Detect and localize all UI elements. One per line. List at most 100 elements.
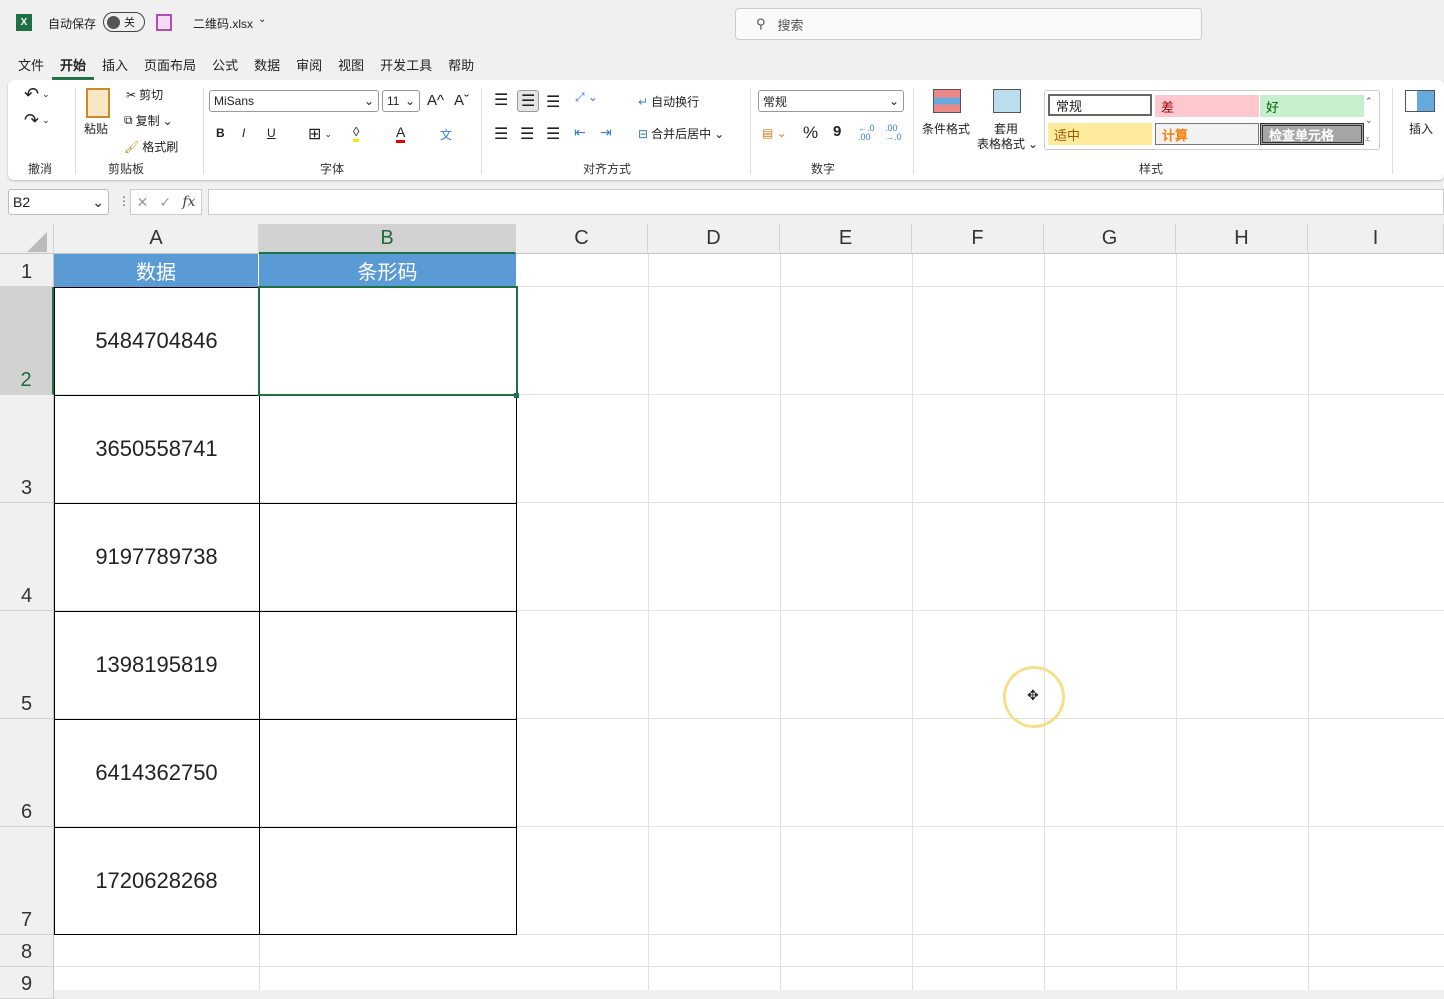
- row-header-4[interactable]: 4: [0, 503, 54, 611]
- tab-help[interactable]: 帮助: [440, 52, 482, 80]
- column-header-h[interactable]: H: [1176, 224, 1308, 254]
- row-header-9[interactable]: 9: [0, 967, 54, 999]
- chevron-down-icon[interactable]: ⌄: [258, 14, 266, 25]
- align-left-button[interactable]: ☰: [494, 124, 508, 144]
- cell-a3[interactable]: 3650558741: [54, 395, 259, 503]
- decrease-indent-button[interactable]: ⇤: [574, 124, 586, 141]
- underline-button[interactable]: U: [267, 126, 276, 140]
- copy-label: 复制: [135, 114, 160, 128]
- accounting-format-button[interactable]: ▤ ⌄: [762, 126, 787, 140]
- clipboard-group-label: 剪贴板: [108, 162, 145, 176]
- table-format-button[interactable]: 表格格式 ⌄: [977, 135, 1038, 152]
- italic-button[interactable]: I: [242, 126, 245, 140]
- row-header-2[interactable]: 2: [0, 287, 54, 395]
- style-neutral[interactable]: 适中: [1048, 123, 1152, 145]
- cell-a1[interactable]: 数据: [54, 254, 259, 287]
- cell-a4[interactable]: 9197789738: [54, 503, 259, 611]
- cut-button[interactable]: ✂ 剪切: [126, 86, 163, 103]
- conditional-format-button[interactable]: 条件格式: [922, 120, 970, 137]
- tab-file[interactable]: 文件: [10, 52, 52, 80]
- formula-input[interactable]: [208, 189, 1444, 215]
- column-header-e[interactable]: E: [780, 224, 912, 254]
- copy-button[interactable]: ⧉ 复制 ⌄: [124, 112, 173, 129]
- insert-button[interactable]: 插入: [1409, 120, 1433, 137]
- cell-a7[interactable]: 1720628268: [54, 827, 259, 935]
- insert-cells-icon: [1405, 90, 1435, 112]
- paste-icon[interactable]: [86, 88, 110, 118]
- align-top-button[interactable]: ☰: [494, 90, 508, 110]
- cell-a6[interactable]: 6414362750: [54, 719, 259, 827]
- autosave-toggle[interactable]: 关: [103, 12, 145, 32]
- save-icon[interactable]: [156, 14, 172, 31]
- tab-review[interactable]: 审阅: [288, 52, 330, 80]
- row-header-1[interactable]: 1: [0, 254, 54, 287]
- fill-handle[interactable]: [514, 393, 519, 398]
- wrap-text-button[interactable]: ↵ 自动换行: [638, 93, 699, 110]
- style-check-cell[interactable]: 检查单元格: [1260, 123, 1364, 145]
- orientation-button[interactable]: ⤢ ⌄: [575, 90, 598, 105]
- cancel-icon[interactable]: ✕: [137, 194, 149, 211]
- row-header-8[interactable]: 8: [0, 935, 54, 967]
- cell-a2[interactable]: 5484704846: [54, 287, 259, 395]
- format-painter-button[interactable]: 🖌 格式刷: [124, 138, 178, 155]
- tab-insert[interactable]: 插入: [94, 52, 136, 80]
- column-header-c[interactable]: C: [516, 224, 648, 254]
- tab-developer[interactable]: 开发工具: [372, 52, 440, 80]
- brush-icon: 🖌: [124, 139, 140, 154]
- font-size-value: 11: [387, 94, 400, 108]
- decrease-font-button[interactable]: Aˇ: [454, 92, 469, 109]
- borders-button[interactable]: ⊞ ⌄: [308, 124, 332, 144]
- bold-button[interactable]: B: [216, 126, 225, 140]
- style-good[interactable]: 好: [1260, 95, 1364, 117]
- number-format-select[interactable]: 常规 ⌄: [758, 90, 904, 112]
- increase-decimal-button[interactable]: ←.0 .00: [858, 124, 878, 142]
- font-size-select[interactable]: 11 ⌄: [382, 90, 420, 112]
- gallery-scroll[interactable]: ⌃ ⌄ ⩡: [1365, 92, 1373, 149]
- undo-button[interactable]: ↶ ⌄: [24, 84, 50, 105]
- selected-cell-b2[interactable]: [258, 286, 518, 396]
- align-middle-button[interactable]: ☰: [517, 90, 540, 112]
- tab-formulas[interactable]: 公式: [204, 52, 246, 80]
- cell-b1[interactable]: 条形码: [259, 254, 516, 287]
- tab-data[interactable]: 数据: [246, 52, 288, 80]
- style-normal[interactable]: 常规: [1048, 94, 1152, 116]
- insert-function-button[interactable]: fx: [182, 194, 195, 210]
- cell-a5[interactable]: 1398195819: [54, 611, 259, 719]
- tab-page-layout[interactable]: 页面布局: [136, 52, 204, 80]
- align-right-button[interactable]: ☰: [546, 124, 560, 144]
- row-header-5[interactable]: 5: [0, 611, 54, 719]
- search-box[interactable]: ⚲ 搜索: [735, 8, 1202, 40]
- worksheet-grid[interactable]: A B C D E F G H I 1 2 3 4 5 6 7 8 9 数据 条…: [0, 224, 1444, 999]
- column-header-d[interactable]: D: [648, 224, 780, 254]
- column-header-i[interactable]: I: [1308, 224, 1444, 254]
- decrease-decimal-button[interactable]: .00 →.0: [885, 124, 905, 142]
- paste-button[interactable]: 粘贴: [84, 120, 108, 137]
- font-color-button[interactable]: A: [396, 124, 406, 143]
- style-calculation[interactable]: 计算: [1155, 123, 1259, 145]
- increase-font-button[interactable]: A^: [427, 92, 444, 109]
- fill-color-button[interactable]: ◊: [353, 124, 360, 142]
- percent-button[interactable]: %: [803, 123, 818, 143]
- align-center-button[interactable]: ☰: [520, 124, 534, 144]
- font-name-select[interactable]: MiSans ⌄: [209, 90, 379, 112]
- comma-button[interactable]: 9: [833, 123, 841, 140]
- column-header-f[interactable]: F: [912, 224, 1044, 254]
- redo-button[interactable]: ↷ ⌄: [24, 110, 50, 131]
- row-header-7[interactable]: 7: [0, 827, 54, 935]
- select-all-corner[interactable]: [0, 224, 54, 254]
- name-box[interactable]: B2 ⌄: [8, 189, 109, 215]
- column-header-b[interactable]: B: [259, 224, 516, 254]
- align-bottom-button[interactable]: ☰: [546, 92, 560, 112]
- tab-view[interactable]: 视图: [330, 52, 372, 80]
- enter-icon[interactable]: ✓: [159, 194, 171, 211]
- style-bad[interactable]: 差: [1155, 95, 1259, 117]
- row-header-6[interactable]: 6: [0, 719, 54, 827]
- increase-indent-button[interactable]: ⇥: [600, 124, 612, 141]
- row-header-3[interactable]: 3: [0, 395, 54, 503]
- merge-center-button[interactable]: ⊟ 合并后居中 ⌄: [638, 125, 724, 142]
- column-header-a[interactable]: A: [54, 224, 259, 254]
- file-name[interactable]: 二维码.xlsx: [193, 15, 253, 32]
- phonetic-button[interactable]: 文: [440, 126, 452, 143]
- tab-home[interactable]: 开始: [52, 52, 95, 80]
- column-header-g[interactable]: G: [1044, 224, 1176, 254]
